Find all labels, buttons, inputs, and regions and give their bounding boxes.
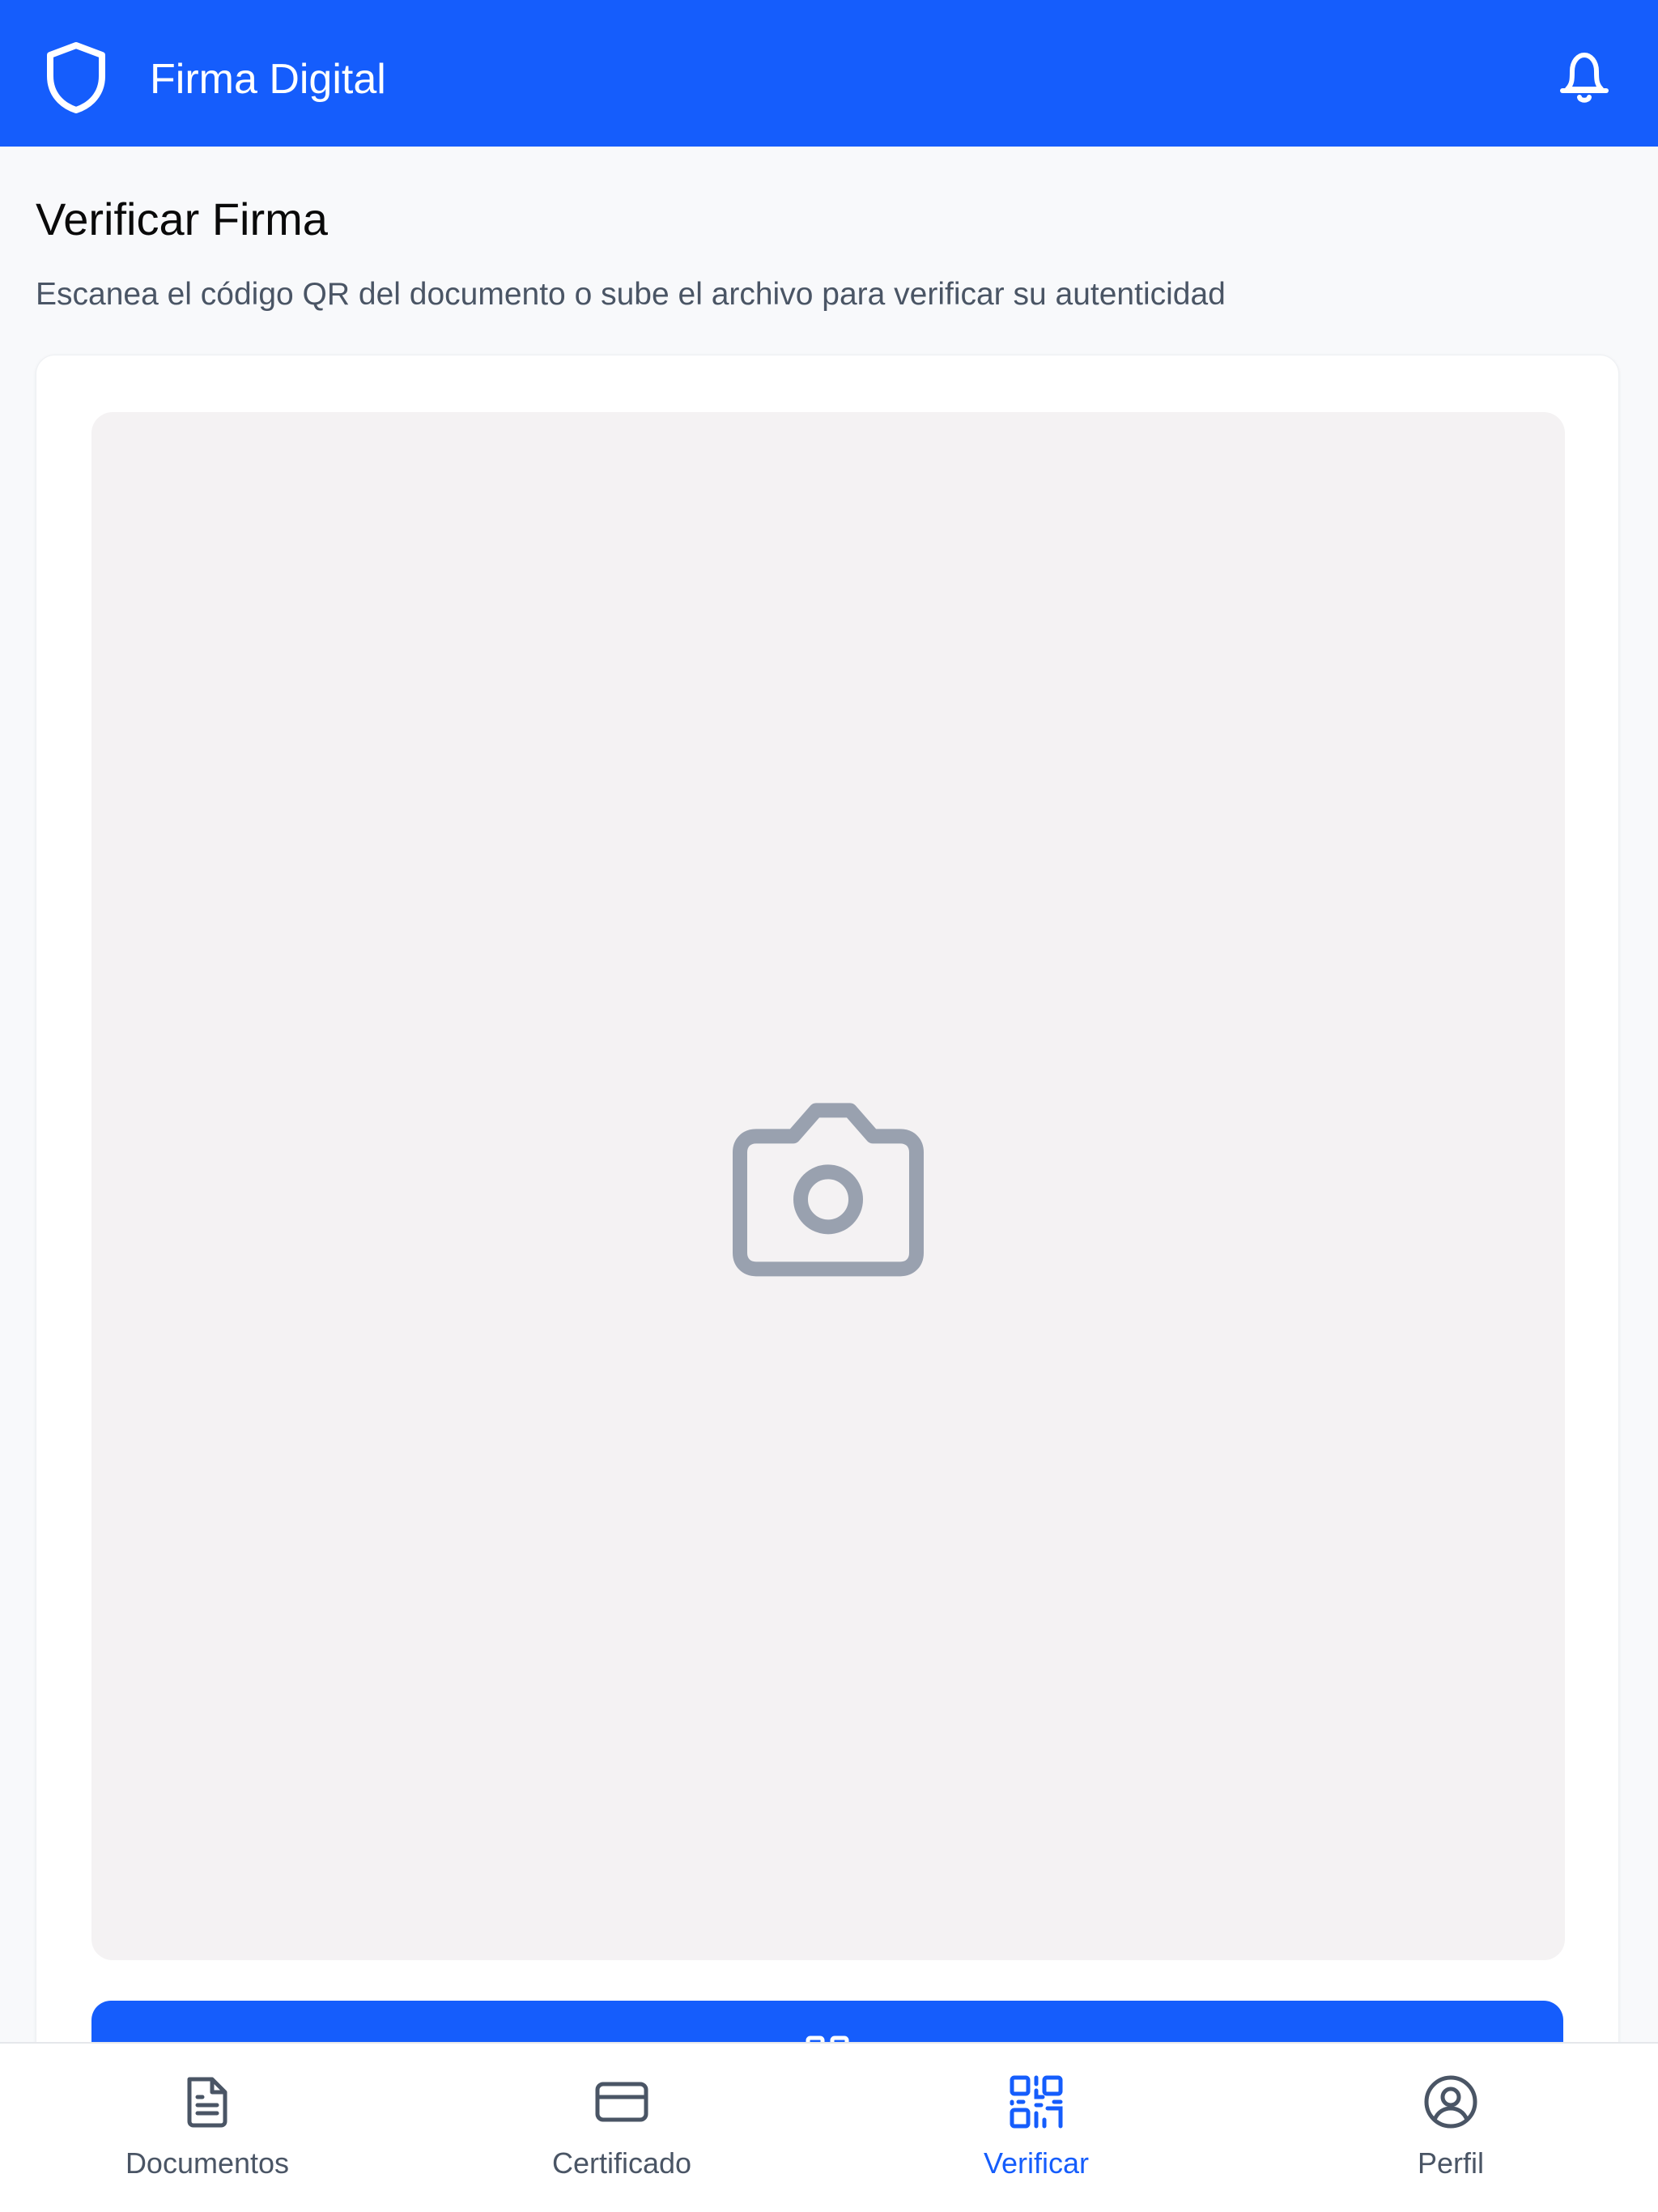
nav-label: Certificado <box>551 2146 692 2180</box>
qr-scanner-area[interactable] <box>91 412 1565 1960</box>
user-circle-icon <box>1424 2075 1477 2129</box>
page-title: Verificar Firma <box>36 194 328 245</box>
nav-item-documentos[interactable]: Documentos <box>0 2044 414 2212</box>
nav-label: Verificar <box>983 2146 1090 2180</box>
app-header: Firma Digital <box>0 0 1658 147</box>
camera-icon <box>733 1103 924 1277</box>
verify-card <box>36 355 1619 2212</box>
app-title: Firma Digital <box>150 56 386 103</box>
page-subtitle: Escanea el código QR del documento o sub… <box>36 277 1226 312</box>
bottom-nav: Documentos Certificado Verificar Perfil <box>0 2042 1658 2212</box>
nav-item-verificar[interactable]: Verificar <box>829 2044 1244 2212</box>
bell-icon[interactable] <box>1556 47 1613 107</box>
nav-label: Perfil <box>1417 2146 1485 2180</box>
nav-item-perfil[interactable]: Perfil <box>1244 2044 1658 2212</box>
nav-item-certificado[interactable]: Certificado <box>414 2044 829 2212</box>
document-icon <box>187 2077 227 2128</box>
shield-icon <box>47 42 105 113</box>
card-icon <box>595 2082 648 2122</box>
nav-label: Documentos <box>125 2146 290 2180</box>
app: Firma Digital Verificar Firma Escanea el… <box>0 0 1658 2212</box>
qr-code-icon <box>1010 2075 1063 2129</box>
